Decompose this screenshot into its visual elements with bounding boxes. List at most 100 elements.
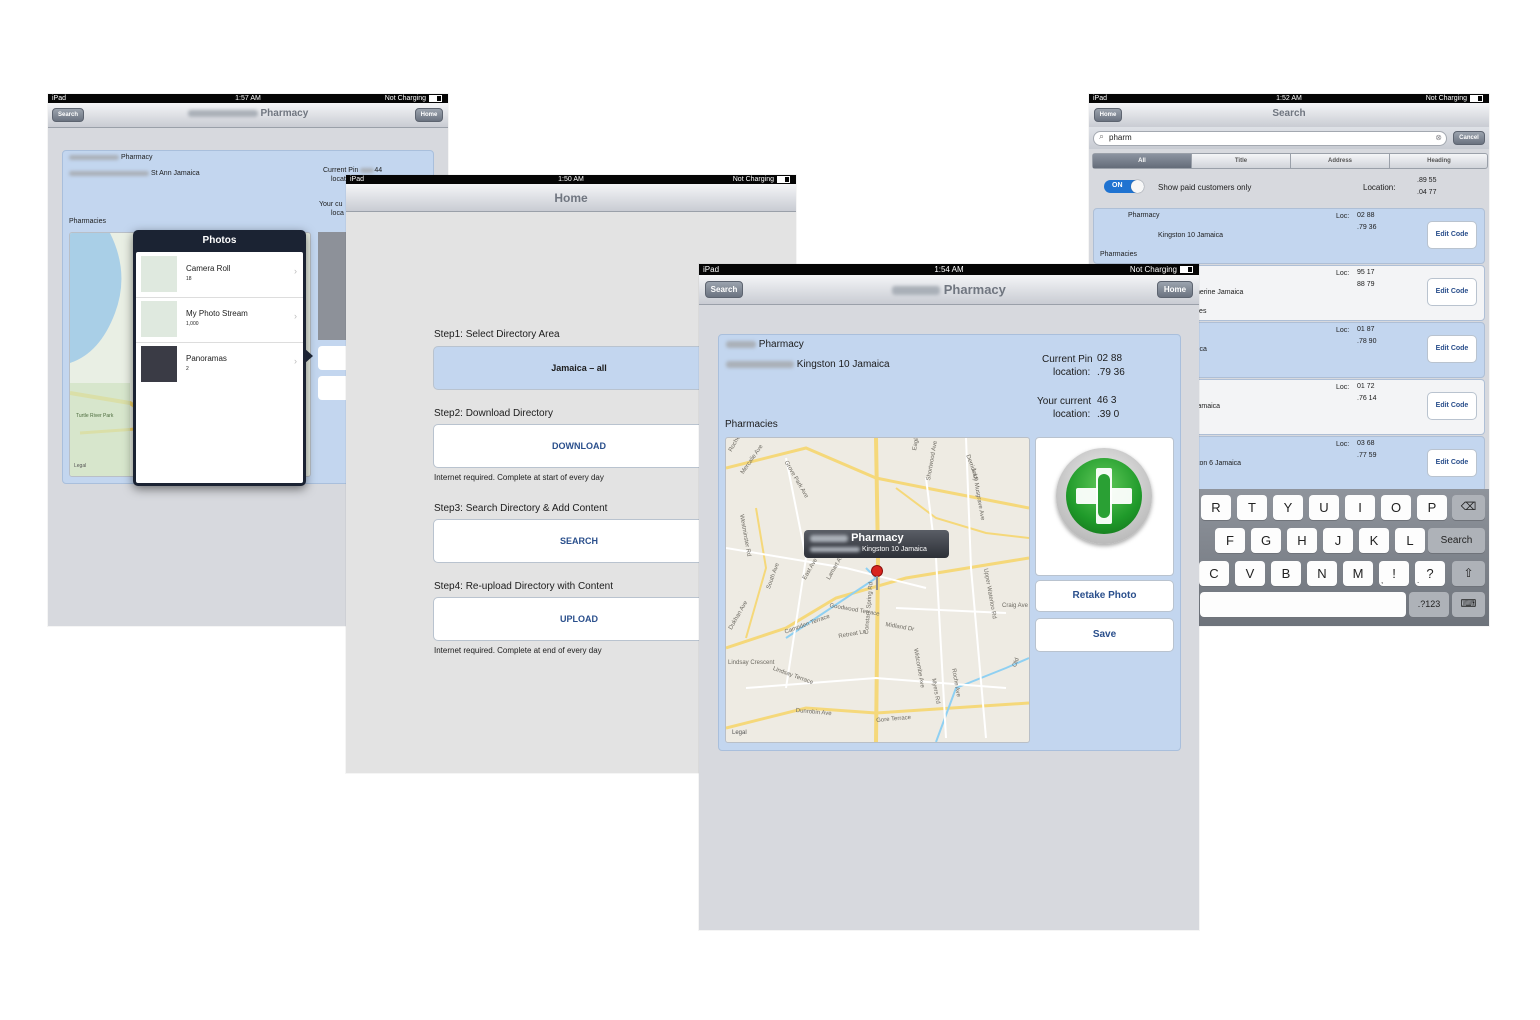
location-value-1: .89 55: [1417, 177, 1437, 184]
pin-label: Current Pin 44: [323, 167, 383, 174]
key-l[interactable]: L: [1395, 528, 1425, 553]
key-sub-label: ,: [1381, 576, 1384, 585]
shift-key[interactable]: ⇧: [1452, 561, 1485, 586]
page-title: Pharmacy: [48, 108, 448, 119]
upload-note: Internet required. Complete at end of ev…: [434, 646, 602, 655]
pin-value-2: .79 36: [1097, 367, 1125, 378]
status-bar: iPad 1:54 AM Not Charging: [699, 264, 1199, 275]
charging-status: Not Charging: [385, 94, 442, 103]
battery-icon: [777, 175, 790, 183]
key-k[interactable]: K: [1359, 528, 1389, 553]
result-loc-value-1: 95 17: [1357, 269, 1375, 276]
retake-photo-button[interactable]: Retake Photo: [1035, 580, 1174, 612]
nav-bar: Search Pharmacy Home: [48, 103, 448, 128]
search-key[interactable]: Search: [1428, 528, 1485, 553]
segment-all[interactable]: All: [1093, 154, 1191, 168]
legal-link[interactable]: Legal: [732, 730, 747, 736]
map-pin-icon[interactable]: [872, 566, 882, 576]
search-input[interactable]: ⌕ pharm ⊗: [1093, 131, 1447, 146]
result-loc-value-2: .77 59: [1357, 452, 1377, 459]
pharmacy-address: Kingston 10 Jamaica: [726, 359, 890, 370]
status-time: 1:50 AM: [558, 176, 584, 183]
cancel-button[interactable]: Cancel: [1453, 131, 1485, 145]
chevron-right-icon: ›: [294, 311, 297, 321]
key-row3-6[interactable]: ?: [1415, 561, 1445, 586]
pharmacy-address: St Ann Jamaica: [69, 170, 200, 177]
chevron-right-icon: ›: [294, 266, 297, 276]
key-row3-0[interactable]: C: [1199, 561, 1229, 586]
key-y[interactable]: Y: [1273, 495, 1303, 520]
result-heading: Pharmacies: [1100, 251, 1137, 258]
area-select-button[interactable]: Jamaica – all: [433, 346, 725, 390]
backspace-key[interactable]: ⌫: [1452, 495, 1485, 520]
download-note: Internet required. Complete at start of …: [434, 473, 604, 482]
current-value-1: 46 3: [1097, 395, 1117, 406]
pin-label: Current Pin: [1042, 354, 1093, 365]
upload-button[interactable]: UPLOAD: [433, 597, 725, 641]
map-view[interactable]: Rochester AveMercalie AveGrove Park AveE…: [725, 437, 1030, 743]
search-bar: ⌕ pharm ⊗ Cancel: [1089, 127, 1489, 149]
pin-value-1: 02 88: [1097, 353, 1123, 364]
save-button[interactable]: Save: [1035, 618, 1174, 652]
edit-code-button[interactable]: Edit Code: [1427, 449, 1477, 477]
result-loc-label: Loc:: [1336, 270, 1350, 277]
dismiss-keyboard-key[interactable]: ⌨: [1452, 592, 1485, 617]
album-camera-roll[interactable]: Camera Roll 18 ›: [136, 252, 303, 298]
edit-code-button[interactable]: Edit Code: [1427, 278, 1477, 306]
edit-code-button[interactable]: Edit Code: [1427, 392, 1477, 420]
album-panoramas[interactable]: Panoramas 2 ›: [136, 342, 303, 387]
legal-link[interactable]: Legal: [74, 463, 86, 469]
segment-heading[interactable]: Heading: [1389, 154, 1488, 168]
key-h[interactable]: H: [1287, 528, 1317, 553]
step4-label: Step4: Re-upload Directory with Content: [434, 581, 613, 592]
paid-toggle[interactable]: ON: [1104, 180, 1144, 193]
section-heading: Pharmacies: [69, 218, 106, 225]
key-o[interactable]: O: [1381, 495, 1411, 520]
key-row3-2[interactable]: B: [1271, 561, 1301, 586]
key-f[interactable]: F: [1215, 528, 1245, 553]
redacted-name: [187, 109, 258, 117]
page-title: Pharmacy: [699, 282, 1199, 297]
key-r[interactable]: R: [1201, 495, 1231, 520]
key-row3-1[interactable]: V: [1235, 561, 1265, 586]
street-label: Lindsay Crescent: [728, 660, 775, 666]
key-row3-4[interactable]: M: [1343, 561, 1373, 586]
key-g[interactable]: G: [1251, 528, 1281, 553]
popover-list: Camera Roll 18 › My Photo Stream 1,000 ›…: [136, 252, 303, 483]
current-value-2: .39 0: [1097, 409, 1120, 420]
battery-icon: [429, 94, 442, 102]
album-label: Camera Roll: [186, 264, 231, 273]
album-label: My Photo Stream: [186, 309, 248, 318]
edit-code-button[interactable]: Edit Code: [1427, 335, 1477, 363]
key-j[interactable]: J: [1323, 528, 1353, 553]
space-key[interactable]: [1200, 592, 1406, 617]
search-query: pharm: [1109, 133, 1132, 142]
key-row3-5[interactable]: !: [1379, 561, 1409, 586]
edit-code-button[interactable]: Edit Code: [1427, 221, 1477, 249]
home-button[interactable]: Home: [415, 108, 443, 122]
key-u[interactable]: U: [1309, 495, 1339, 520]
result-loc-value-2: .78 90: [1357, 338, 1377, 345]
key-row3-3[interactable]: N: [1307, 561, 1337, 586]
key-t[interactable]: T: [1237, 495, 1267, 520]
album-thumbnail: [141, 346, 177, 382]
result-row[interactable]: Pharmacy Kingston 10 Jamaica Pharmacies Loc…: [1093, 208, 1485, 264]
album-photo-stream[interactable]: My Photo Stream 1,000 ›: [136, 297, 303, 343]
segment-address[interactable]: Address: [1290, 154, 1389, 168]
photo-box[interactable]: [1035, 437, 1174, 576]
map-callout[interactable]: Pharmacy Kingston 10 Jamaica: [804, 530, 949, 558]
clear-icon[interactable]: ⊗: [1435, 133, 1442, 142]
status-bar: iPad 1:50 AM Not Charging: [346, 175, 796, 184]
segment-title[interactable]: Title: [1191, 154, 1290, 168]
key-p[interactable]: P: [1417, 495, 1447, 520]
numbers-key[interactable]: .?123: [1409, 592, 1449, 617]
nav-bar: Home: [346, 184, 796, 212]
map-place-label: Turtle River Park: [76, 413, 114, 419]
photos-popover: Photos Camera Roll 18 › My Photo Stream …: [133, 230, 313, 486]
download-button[interactable]: DOWNLOAD: [433, 424, 725, 468]
key-i[interactable]: I: [1345, 495, 1375, 520]
album-count: 2: [186, 366, 189, 372]
search-button[interactable]: SEARCH: [433, 519, 725, 563]
home-button[interactable]: Home: [1157, 281, 1193, 298]
charging-status: Not Charging: [733, 175, 790, 184]
